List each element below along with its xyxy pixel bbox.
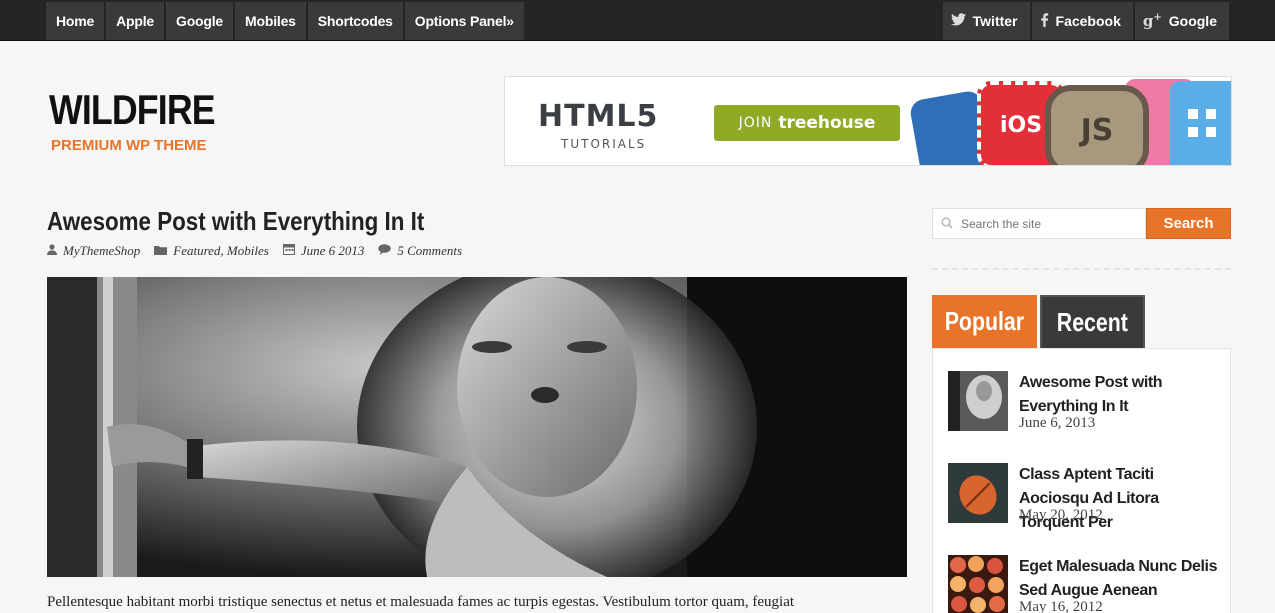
google-label: Google — [1168, 13, 1217, 29]
site-logo-title[interactable]: WILDFIRE — [49, 86, 216, 134]
join-treehouse-button[interactable]: JOIN treehouse — [714, 105, 900, 141]
featured-image[interactable] — [47, 277, 907, 577]
post-categories-link[interactable]: Featured, Mobiles — [173, 243, 269, 259]
folder-icon — [154, 244, 168, 259]
treehouse-banner-ad[interactable]: HTML5 TUTORIALS JOIN treehouse iOS JS — [504, 76, 1232, 166]
post-author-link[interactable]: MyThemeShop — [63, 243, 140, 259]
banner-headline: HTML5 — [538, 99, 659, 134]
building-badge-shape — [1170, 81, 1231, 165]
widget-post-title[interactable]: Eget Malesuada Nunc Delis Sed Augue Aene… — [1019, 555, 1224, 603]
social-links: Twitter Facebook g+ Google — [940, 2, 1229, 40]
twitter-icon — [950, 13, 966, 29]
user-icon — [47, 243, 57, 259]
banner-cta-brand: treehouse — [778, 113, 876, 133]
widget-post-title[interactable]: Awesome Post with Everything In It — [1019, 371, 1224, 419]
facebook-link[interactable]: Facebook — [1029, 2, 1133, 40]
calendar-icon — [282, 243, 295, 259]
post-comments-link[interactable]: 5 Comments — [397, 243, 462, 259]
post-excerpt: Pellentesque habitant morbi tristique se… — [47, 594, 795, 610]
search-icon — [941, 216, 955, 230]
nav-apple[interactable]: Apple — [106, 2, 166, 40]
banner-cta-prefix: JOIN — [738, 115, 773, 131]
post-thumbnail[interactable] — [948, 555, 1008, 613]
tab-popular[interactable]: Popular — [932, 295, 1037, 356]
main-nav: Home Apple Google Mobiles Shortcodes Opt… — [46, 2, 526, 40]
js-badge: JS — [1045, 85, 1149, 165]
post-date: June 6 2013 — [300, 243, 365, 258]
twitter-label: Twitter — [972, 13, 1018, 29]
nav-google[interactable]: Google — [166, 2, 236, 40]
js-badge-label: JS — [1080, 112, 1114, 148]
widget-post-date: June 6, 2013 — [1019, 415, 1096, 431]
tab-recent[interactable]: Recent — [1040, 295, 1145, 348]
facebook-icon — [1040, 12, 1049, 30]
post-thumbnail[interactable] — [948, 463, 1008, 523]
google-plus-icon: g+ — [1142, 12, 1162, 30]
google-plus-link[interactable]: g+ Google — [1132, 2, 1229, 40]
tab-recent-label: Recent — [1056, 307, 1129, 337]
ios-badge-label: iOS — [999, 112, 1043, 138]
nav-shortcodes[interactable]: Shortcodes — [307, 2, 405, 40]
twitter-link[interactable]: Twitter — [940, 2, 1030, 40]
post-thumbnail[interactable] — [948, 371, 1008, 431]
comment-icon — [378, 243, 392, 259]
top-navigation-bar: Home Apple Google Mobiles Shortcodes Opt… — [0, 0, 1275, 41]
search-input[interactable] — [932, 208, 1146, 239]
post-meta: MyThemeShop Featured, Mobiles June 6 201… — [47, 243, 476, 259]
search-button[interactable]: Search — [1146, 208, 1231, 239]
post-title[interactable]: Awesome Post with Everything In It — [47, 206, 424, 237]
nav-home[interactable]: Home — [46, 2, 107, 40]
widget-post-title[interactable]: Class Aptent Taciti Aociosqu Ad Litora T… — [1019, 463, 1224, 535]
featured-photo — [47, 277, 907, 577]
facebook-label: Facebook — [1055, 13, 1121, 29]
widget-post-date: May 20, 2012 — [1019, 507, 1103, 523]
banner-subline: TUTORIALS — [561, 137, 647, 151]
widget-post-date: May 16, 2012 — [1019, 599, 1103, 613]
popular-posts-widget: Awesome Post with Everything In It June … — [932, 348, 1231, 613]
nav-options-panel[interactable]: Options Panel» — [404, 2, 526, 40]
nav-mobiles[interactable]: Mobiles — [235, 2, 308, 40]
tab-popular-label: Popular — [944, 306, 1025, 336]
sidebar-divider — [932, 268, 1231, 270]
site-tagline: PREMIUM WP THEME — [51, 137, 207, 154]
